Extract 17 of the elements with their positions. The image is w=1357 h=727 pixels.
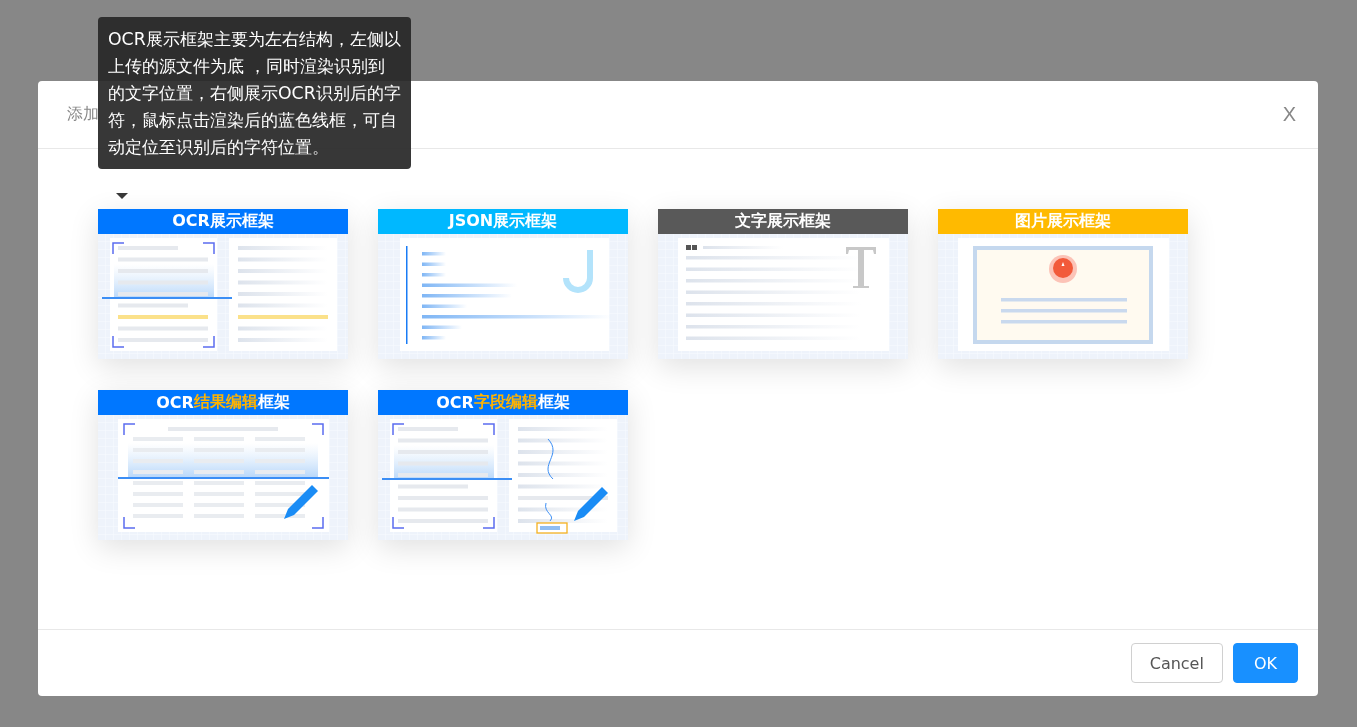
frame-card[interactable]: JSON展示框架 — [378, 209, 628, 359]
frame-card[interactable]: 文字展示框架 — [658, 209, 908, 359]
card-title: OCR展示框架 — [98, 209, 348, 234]
frame-card[interactable]: OCR字段编辑框架 — [378, 390, 628, 540]
card-title: OCR字段编辑框架 — [378, 390, 628, 415]
ok-button[interactable]: OK — [1232, 643, 1298, 683]
tooltip: OCR展示框架主要为左右结构，左侧以上传的源文件为底 ，同时渲染识别到的文字位置，右侧展示OCR识别后的字符，鼠标点击渲染后的蓝色线框，可自动定位至识别后的字符位置。 — [98, 17, 411, 169]
card-title: 文字展示框架 — [658, 209, 908, 234]
card-title: 图片展示框架 — [938, 209, 1188, 234]
card-title: OCR结果编辑框架 — [98, 390, 348, 415]
dialog-title: 添加 — [67, 104, 99, 125]
frame-card[interactable]: OCR展示框架 — [98, 209, 348, 359]
tooltip-arrow — [116, 193, 128, 199]
close-button[interactable]: X — [1282, 103, 1296, 126]
cancel-button[interactable]: Cancel — [1130, 643, 1223, 683]
frame-card[interactable]: OCR结果编辑框架 — [98, 390, 348, 540]
card-title: JSON展示框架 — [378, 209, 628, 234]
